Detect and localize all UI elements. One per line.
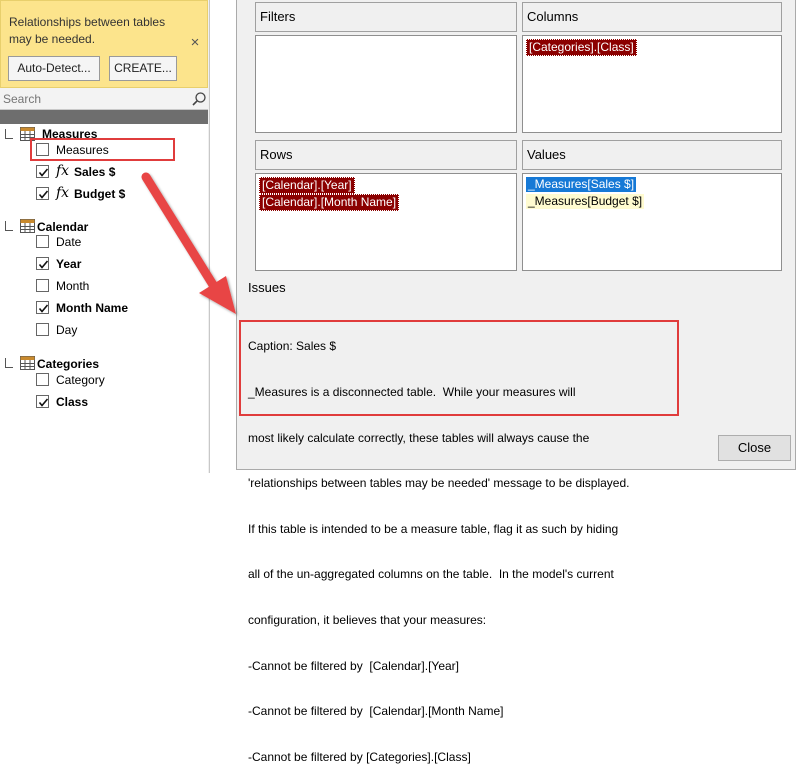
- field-label: Year: [56, 257, 82, 271]
- filters-box[interactable]: [255, 35, 517, 133]
- field-item-date[interactable]: Date: [36, 232, 206, 252]
- columns-header: Columns: [522, 2, 782, 32]
- checkbox[interactable]: [36, 323, 49, 336]
- issues-line: If this table is intended to be a measur…: [248, 521, 619, 536]
- fx-icon: fx: [56, 185, 70, 201]
- close-button[interactable]: Close: [718, 435, 791, 461]
- values-header: Values: [522, 140, 782, 170]
- row-field-month-name[interactable]: [Calendar].[Month Name]: [259, 194, 400, 211]
- column-field-class[interactable]: [Categories].[Class]: [526, 39, 637, 56]
- search-icon[interactable]: [191, 91, 207, 107]
- field-label: Category: [56, 373, 105, 387]
- highlight-box-measures: [30, 138, 175, 161]
- values-box[interactable]: _Measures[Sales $] _Measures[Budget $]: [522, 173, 782, 271]
- collapse-expander[interactable]: [5, 358, 13, 368]
- field-item-category[interactable]: Category: [36, 370, 206, 390]
- collapse-expander[interactable]: [5, 221, 13, 231]
- field-item-year[interactable]: Year: [36, 254, 206, 274]
- issues-line: most likely calculate correctly, these t…: [248, 430, 590, 445]
- field-label: Class: [56, 395, 89, 409]
- field-item-month[interactable]: Month: [36, 276, 206, 296]
- issues-line: all of the un-aggregated columns on the …: [248, 567, 614, 582]
- checkbox[interactable]: [36, 301, 49, 314]
- field-label: Month: [56, 279, 90, 293]
- rows-box[interactable]: [Calendar].[Year] [Calendar].[Month Name…: [255, 173, 517, 271]
- filters-header: Filters: [255, 2, 517, 32]
- field-item-budget[interactable]: fx Budget $: [36, 184, 206, 204]
- close-icon[interactable]: ×: [187, 35, 203, 51]
- columns-box[interactable]: [Categories].[Class]: [522, 35, 782, 133]
- field-item-sales[interactable]: fx Sales $: [36, 162, 206, 182]
- table-icon: [20, 219, 35, 233]
- issues-line: -Cannot be filtered by [Calendar].[Month…: [248, 704, 504, 719]
- create-button[interactable]: CREATE...: [109, 56, 177, 81]
- checkbox[interactable]: [36, 235, 49, 248]
- value-field-budget[interactable]: _Measures[Budget $]: [526, 194, 645, 209]
- field-item-month-name[interactable]: Month Name: [36, 298, 206, 318]
- collapse-expander[interactable]: [5, 129, 13, 139]
- search-input[interactable]: [0, 88, 188, 109]
- checkbox[interactable]: [36, 395, 49, 408]
- scrollbar-strip[interactable]: [0, 110, 208, 124]
- rows-header: Rows: [255, 140, 517, 170]
- checkbox[interactable]: [36, 165, 49, 178]
- checkbox[interactable]: [36, 373, 49, 386]
- search-box: [0, 88, 208, 110]
- checkbox[interactable]: [36, 187, 49, 200]
- highlight-box-issues: [239, 320, 679, 416]
- issues-line: -Cannot be filtered by [Calendar].[Year]: [248, 658, 460, 673]
- field-tree: Measures Measures fx Sales $ fx Budget $…: [0, 124, 208, 473]
- field-label: Date: [56, 235, 82, 249]
- row-field-year[interactable]: [Calendar].[Year]: [259, 177, 355, 194]
- warning-message: Relationships between tables may be need…: [9, 15, 166, 46]
- fx-icon: fx: [56, 163, 70, 179]
- table-icon: [20, 356, 35, 370]
- issues-label: Issues: [248, 280, 286, 295]
- auto-detect-button[interactable]: Auto-Detect...: [8, 56, 100, 81]
- relationships-warning-bar: Relationships between tables may be need…: [0, 0, 208, 88]
- field-list-pane: Relationships between tables may be need…: [0, 0, 210, 473]
- field-label: Budget $: [74, 187, 126, 201]
- value-field-sales[interactable]: _Measures[Sales $]: [526, 177, 637, 192]
- field-label: Day: [56, 323, 78, 337]
- checkbox[interactable]: [36, 257, 49, 270]
- field-label: Sales $: [74, 165, 116, 179]
- issues-line: configuration, it believes that your mea…: [248, 613, 487, 628]
- field-item-class[interactable]: Class: [36, 392, 206, 412]
- field-item-day[interactable]: Day: [36, 320, 206, 340]
- issues-line: -Cannot be filtered by [Categories].[Cla…: [248, 749, 471, 764]
- issues-line: 'relationships between tables may be nee…: [248, 476, 630, 491]
- checkbox[interactable]: [36, 279, 49, 292]
- field-label: Month Name: [56, 301, 128, 315]
